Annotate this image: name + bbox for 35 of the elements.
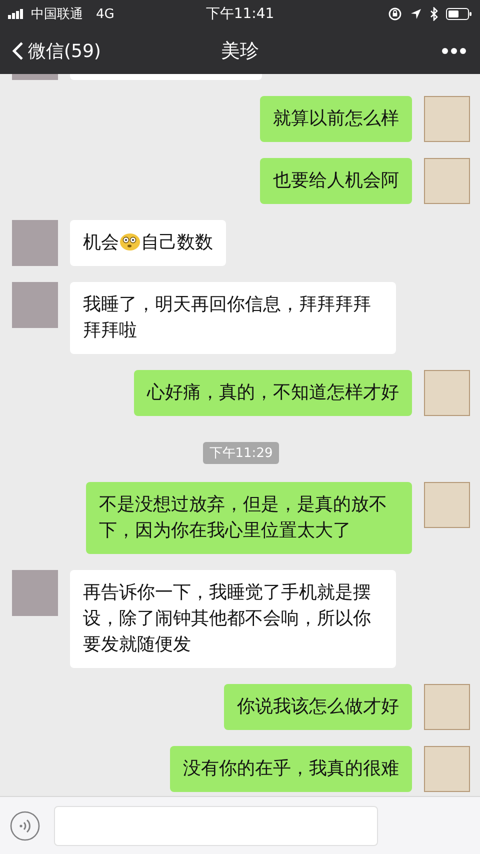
rotation-lock-icon [388,7,402,21]
back-button[interactable]: 微信(59) [12,39,101,63]
bluetooth-icon [430,7,438,21]
message-bubble: 就算以前怎么样 [260,96,412,142]
message-bubble: 不是没想过放弃，但是，是真的放不下，因为你在我心里位置太大了 [86,482,412,554]
back-label[interactable]: 微信(59) [28,39,101,63]
message-bubble: 我睡了，明天再回你信息，拜拜拜拜拜拜啦 [70,282,396,354]
user-avatar[interactable] [424,482,470,528]
signal-icon [8,9,26,19]
voice-icon[interactable] [10,810,40,840]
more-icon[interactable] [442,48,466,54]
user-avatar[interactable] [424,158,470,204]
timestamp: 下午11:29 [203,442,279,464]
user-avatar[interactable] [424,96,470,142]
status-time: 下午11:41 [206,5,274,23]
chat-title: 美珍 [221,39,259,64]
message-bubble: 再告诉你一下，我睡觉了手机就是摆设，除了闹钟其他都不会响，所以你要发就随便发 [70,570,396,668]
user-avatar[interactable] [424,370,470,416]
user-avatar[interactable] [424,746,470,792]
message-bubble: 机会 自己数数 [70,220,226,266]
message-input[interactable] [54,806,378,846]
user-avatar[interactable] [424,684,470,730]
message-bubble: 你说我该怎么做才好 [224,684,412,730]
dizzy-face-emoji-icon [119,231,141,251]
contact-avatar[interactable] [12,570,58,616]
message-bubble: 没有你的在乎，我真的很难 [170,746,412,792]
location-arrow-icon [410,8,422,20]
contact-avatar[interactable] [12,282,58,328]
chevron-left-icon [12,41,24,61]
carrier-name: 中国联通 [31,6,83,23]
message-bubble: 也要给人机会阿 [260,158,412,204]
message-bubble: 心好痛，真的，不知道怎样才好 [134,370,412,416]
contact-avatar[interactable] [12,220,58,266]
battery-icon [446,8,472,20]
network-type: 4G [96,6,114,22]
